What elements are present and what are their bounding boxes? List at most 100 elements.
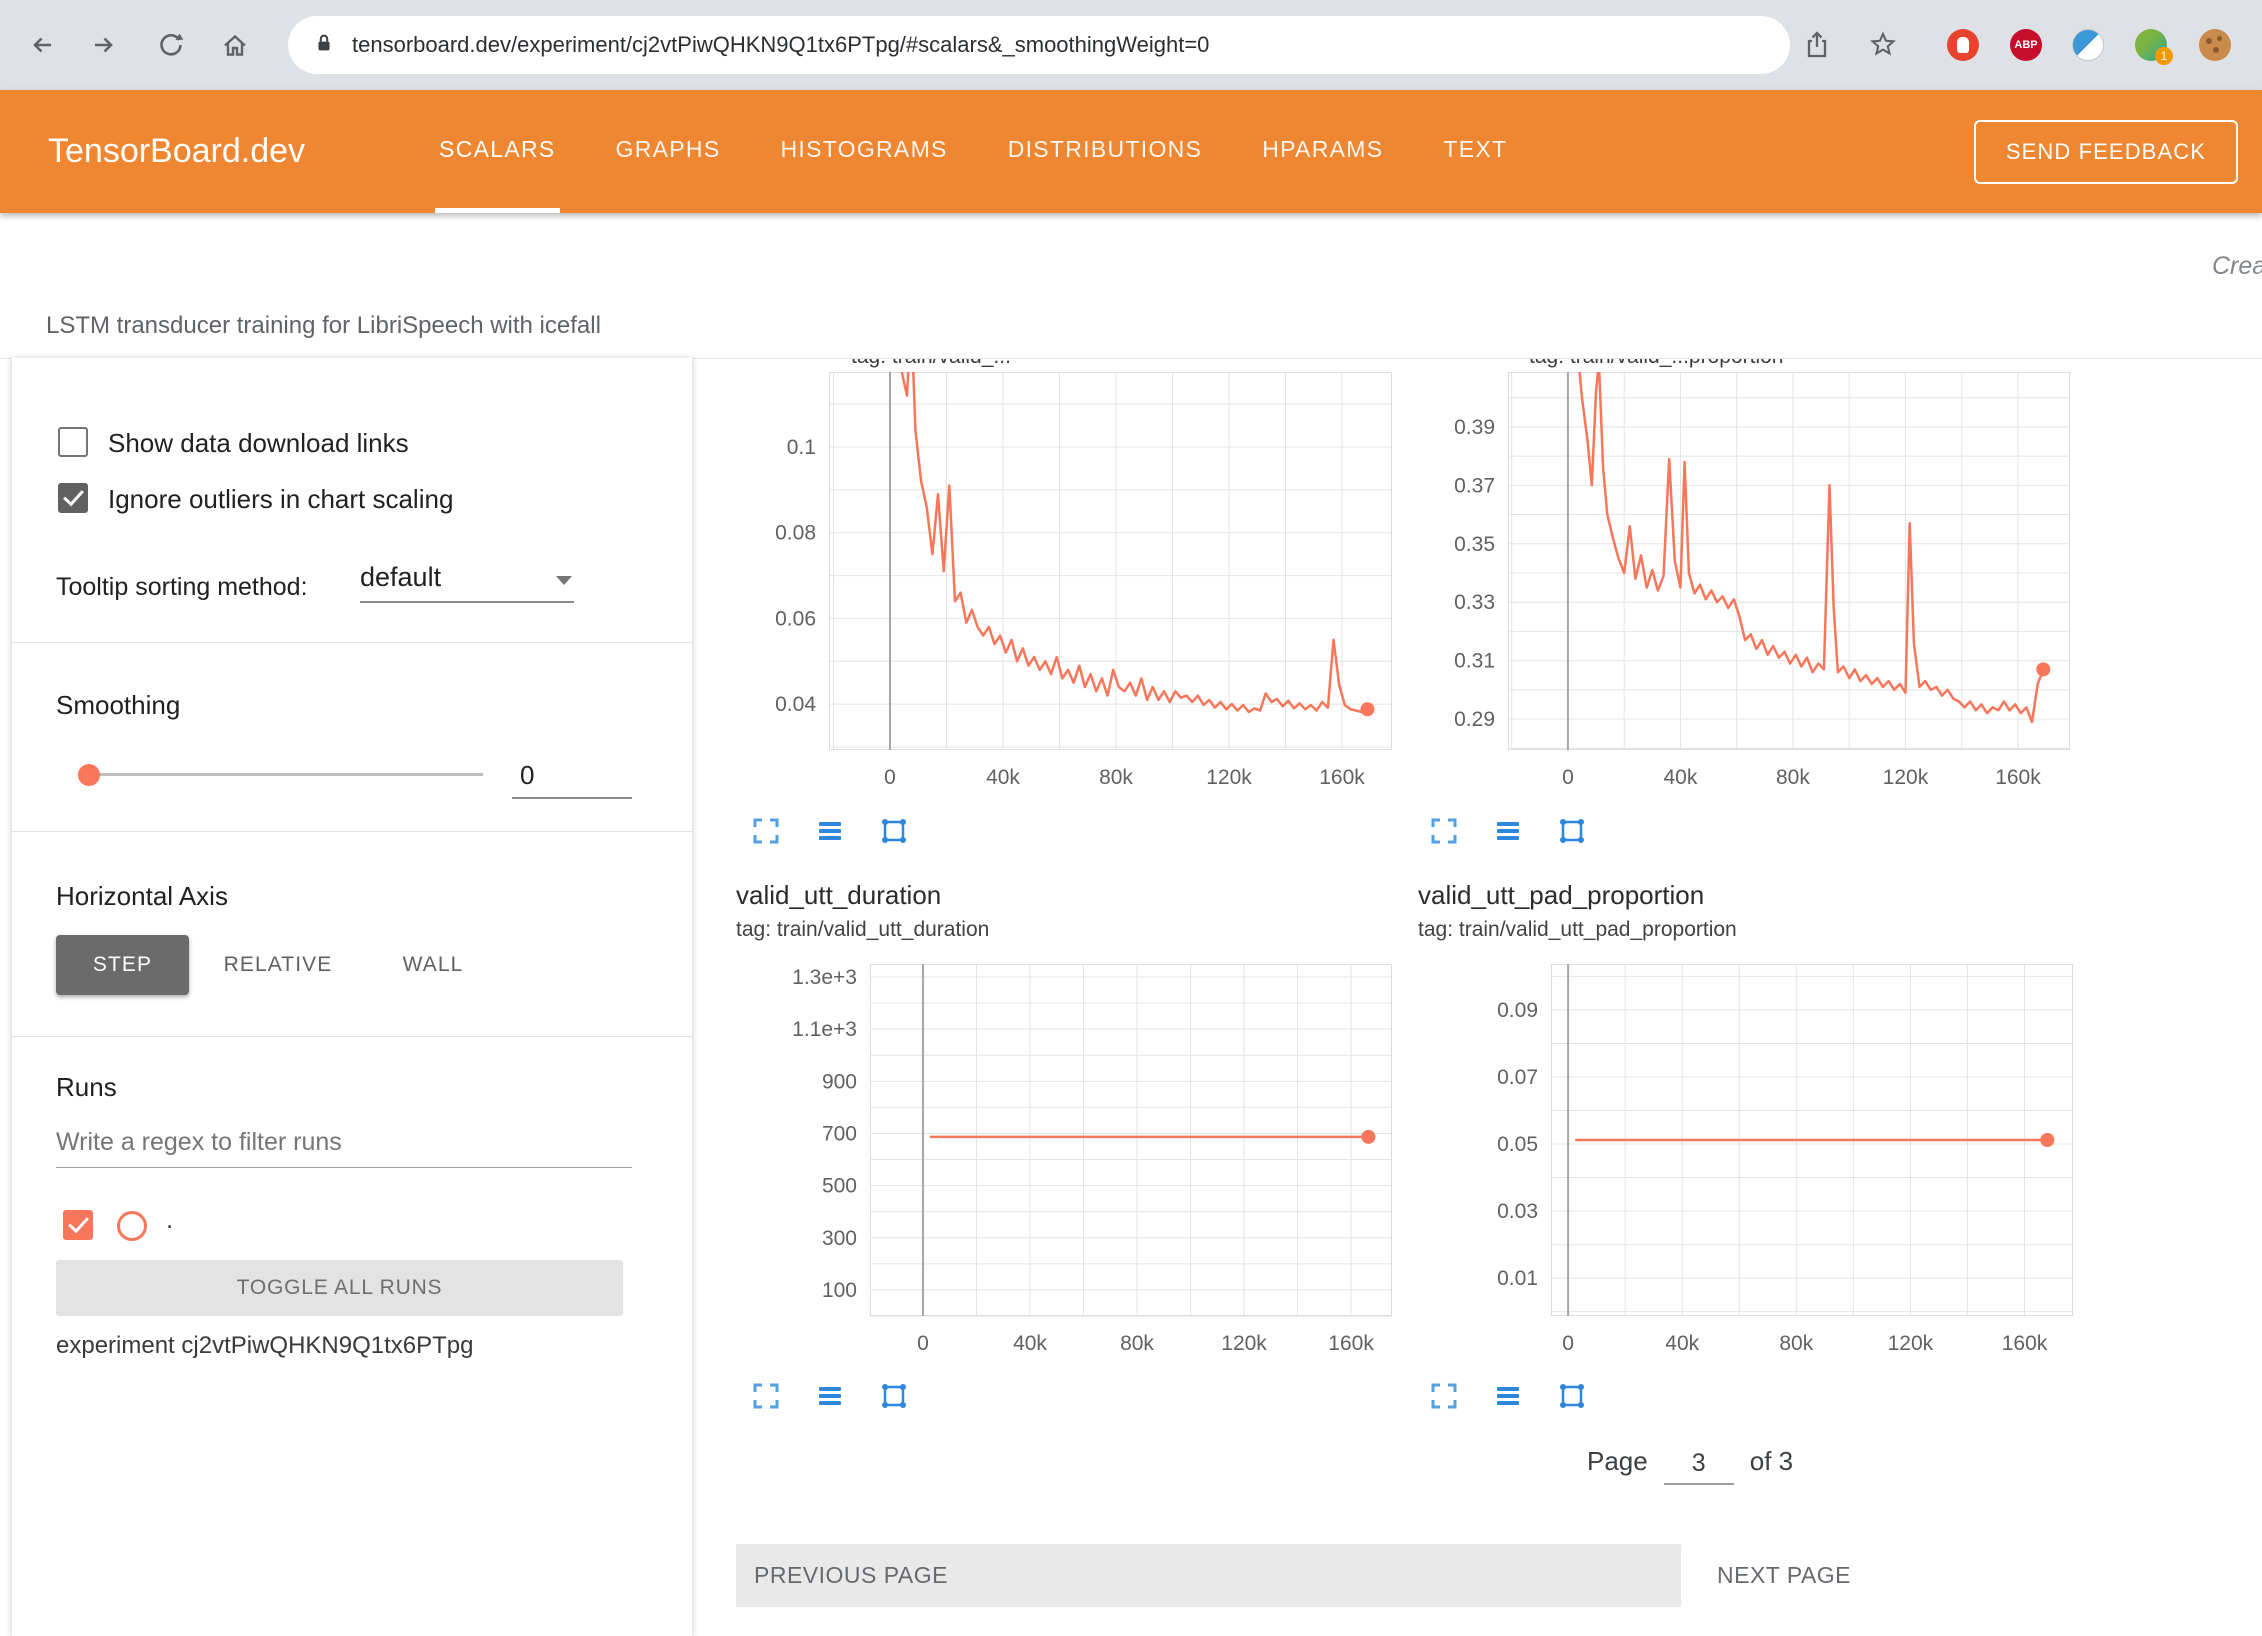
back-icon[interactable]	[26, 30, 56, 60]
svg-text:0.07: 0.07	[1497, 1066, 1538, 1089]
svg-text:0.31: 0.31	[1454, 650, 1495, 673]
svg-text:0.29: 0.29	[1454, 708, 1495, 731]
fit-domain-icon[interactable]	[1557, 816, 1587, 846]
svg-text:120k: 120k	[1206, 766, 1252, 789]
svg-text:80k: 80k	[1776, 766, 1810, 789]
svg-text:900: 900	[822, 1070, 857, 1093]
svg-text:0.1: 0.1	[787, 436, 816, 459]
svg-text:0.08: 0.08	[775, 522, 816, 545]
axis-step-button[interactable]: STEP	[56, 935, 189, 995]
tooltip-sorting-select[interactable]: default	[360, 562, 574, 603]
ignore-outliers-label: Ignore outliers in chart scaling	[108, 484, 453, 515]
previous-page-button[interactable]: PREVIOUS PAGE	[736, 1544, 1681, 1607]
axis-wall-button[interactable]: WALL	[368, 935, 498, 995]
runs-filter-input[interactable]	[56, 1128, 632, 1168]
page-label: Page	[1587, 1446, 1648, 1485]
tab-histograms[interactable]: HISTOGRAMS	[776, 90, 951, 213]
clipped-created-text: Crea	[2212, 252, 2262, 281]
svg-text:0.01: 0.01	[1497, 1267, 1538, 1290]
fit-domain-icon[interactable]	[879, 1381, 909, 1411]
page-number-input[interactable]: 3	[1664, 1449, 1734, 1485]
brand-logo[interactable]: TensorBoard.dev	[48, 132, 305, 171]
run-checkbox[interactable]	[63, 1210, 93, 1240]
fit-domain-icon[interactable]	[879, 816, 909, 846]
scalar-chart-1[interactable]: 0.290.310.330.350.370.39040k80k120k160k	[1398, 372, 2084, 798]
chart-title-valid-utt-duration: valid_utt_duration	[736, 880, 941, 911]
svg-text:0.06: 0.06	[775, 607, 816, 630]
svg-text:120k: 120k	[1883, 766, 1929, 789]
svg-text:0: 0	[917, 1332, 929, 1355]
forward-icon[interactable]	[90, 30, 120, 60]
run-name-label: .	[166, 1204, 173, 1235]
pagination: Page 3 of 3	[1587, 1446, 1793, 1485]
svg-text:0.39: 0.39	[1454, 416, 1495, 439]
data-table-icon[interactable]	[815, 816, 845, 846]
svg-text:160k: 160k	[1319, 766, 1365, 789]
svg-text:1.3e+3: 1.3e+3	[792, 966, 857, 989]
home-icon[interactable]	[220, 30, 250, 60]
page-of-label: of 3	[1750, 1446, 1793, 1485]
tooltip-sorting-label: Tooltip sorting method:	[56, 573, 308, 602]
expand-icon[interactable]	[1429, 816, 1459, 846]
scalar-chart-0[interactable]: 0.040.060.080.1040k80k120k160k	[719, 372, 1406, 798]
divider	[12, 642, 692, 643]
fit-domain-icon[interactable]	[1557, 1381, 1587, 1411]
refresh-icon[interactable]	[156, 30, 186, 60]
profile-avatar[interactable]: 1	[2135, 29, 2167, 61]
chart-actions	[1429, 1381, 1587, 1411]
expand-icon[interactable]	[751, 1381, 781, 1411]
svg-text:160k: 160k	[2002, 1332, 2048, 1355]
data-table-icon[interactable]	[1493, 816, 1523, 846]
chart-actions	[751, 1381, 909, 1411]
svg-text:120k: 120k	[1888, 1332, 1934, 1355]
app-header: TensorBoard.dev SCALARS GRAPHS HISTOGRAM…	[0, 90, 2262, 213]
adblock-extension-icon[interactable]	[1947, 29, 1979, 61]
data-table-icon[interactable]	[815, 1381, 845, 1411]
toggle-all-runs-button[interactable]: TOGGLE ALL RUNS	[56, 1260, 623, 1316]
svg-text:100: 100	[822, 1279, 857, 1302]
svg-text:0.05: 0.05	[1497, 1133, 1538, 1156]
settings-sidebar: Show data download links Ignore outliers…	[12, 358, 692, 1636]
next-page-button[interactable]: NEXT PAGE	[1717, 1544, 1851, 1607]
experiment-description: LSTM transducer training for LibriSpeech…	[46, 312, 601, 340]
svg-text:0.35: 0.35	[1454, 533, 1495, 556]
expand-icon[interactable]	[751, 816, 781, 846]
tab-distributions[interactable]: DISTRIBUTIONS	[1004, 90, 1207, 213]
bookmark-star-icon[interactable]	[1868, 30, 1898, 60]
svg-text:0.04: 0.04	[775, 693, 816, 716]
svg-text:0: 0	[1562, 1332, 1574, 1355]
ignore-outliers-checkbox[interactable]	[58, 483, 88, 513]
slider-track[interactable]	[88, 773, 483, 776]
svg-text:0.33: 0.33	[1454, 591, 1495, 614]
cookie-extension-icon[interactable]	[2199, 29, 2231, 61]
data-table-icon[interactable]	[1493, 1381, 1523, 1411]
slider-thumb[interactable]	[78, 764, 100, 786]
send-feedback-button[interactable]: SEND FEEDBACK	[1974, 120, 2238, 184]
expand-icon[interactable]	[1429, 1381, 1459, 1411]
share-icon[interactable]	[1802, 30, 1832, 60]
svg-text:160k: 160k	[1328, 1332, 1374, 1355]
chevron-down-icon	[556, 576, 572, 585]
show-download-links-checkbox[interactable]	[58, 427, 88, 457]
smoothing-value-input[interactable]: 0	[512, 760, 632, 799]
svg-text:0: 0	[1562, 766, 1574, 789]
extension-icon[interactable]	[2072, 29, 2104, 61]
scalar-chart-3[interactable]: 0.010.030.050.070.09040k80k120k160k	[1441, 964, 2087, 1364]
abp-extension-icon[interactable]: ABP	[2010, 29, 2042, 61]
lock-icon[interactable]	[312, 31, 336, 60]
url-bar[interactable]: tensorboard.dev/experiment/cj2vtPiwQHKN9…	[288, 16, 1790, 74]
tab-graphs[interactable]: GRAPHS	[612, 90, 725, 213]
tab-text[interactable]: TEXT	[1439, 90, 1511, 213]
svg-text:40k: 40k	[1013, 1332, 1047, 1355]
tab-scalars[interactable]: SCALARS	[435, 90, 559, 213]
axis-relative-button[interactable]: RELATIVE	[208, 935, 348, 995]
run-color-swatch	[117, 1211, 147, 1241]
chart-actions	[751, 816, 909, 846]
svg-text:700: 700	[822, 1122, 857, 1145]
smoothing-slider[interactable]	[88, 758, 483, 792]
clipped-chart-header: tag: train/valid_...proportion	[1529, 358, 1783, 370]
avatar-badge: 1	[2155, 47, 2173, 65]
tab-hparams[interactable]: HPARAMS	[1258, 90, 1387, 213]
scalar-chart-2[interactable]: 1003005007009001.1e+31.3e+3040k80k120k16…	[760, 964, 1406, 1364]
svg-text:40k: 40k	[1665, 1332, 1699, 1355]
